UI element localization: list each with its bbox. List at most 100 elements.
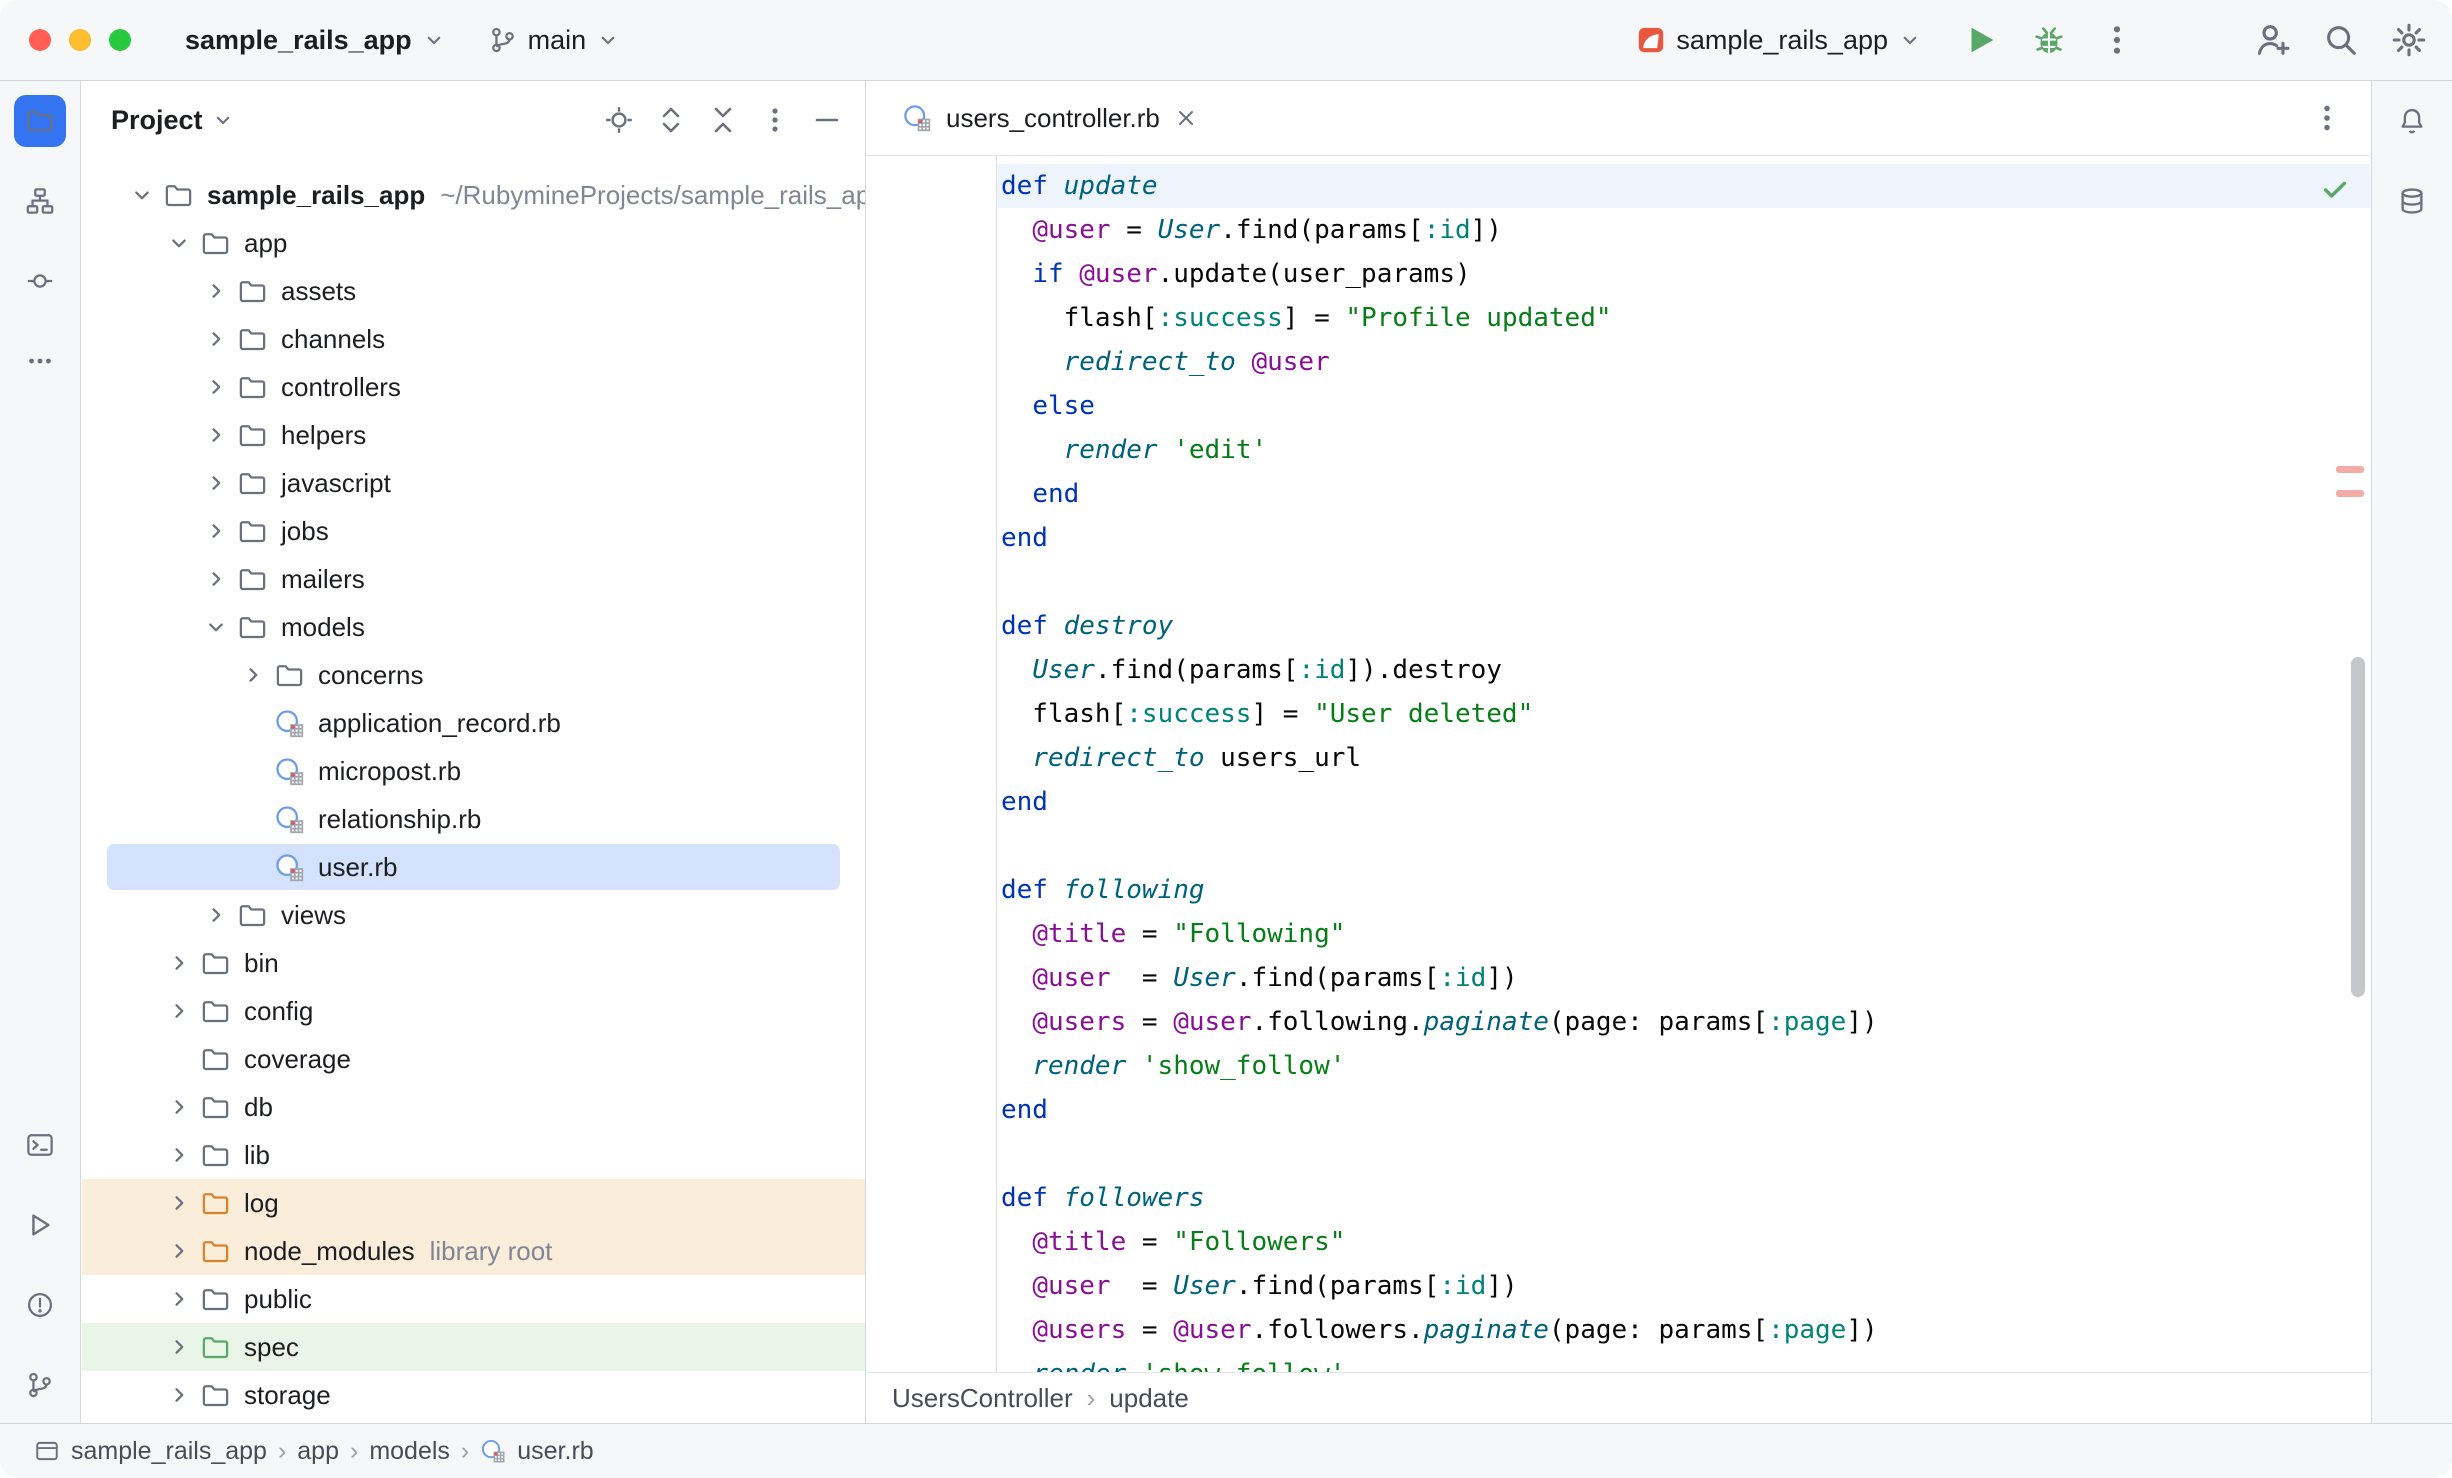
inspections-ok-icon[interactable] [2320, 174, 2350, 204]
status-path-app[interactable]: app [297, 1437, 339, 1466]
collapse-all-icon[interactable] [707, 104, 739, 136]
tree-item-controllers[interactable]: controllers [82, 363, 865, 411]
code-line[interactable]: end [866, 780, 2370, 824]
tree-item-bin[interactable]: bin [82, 939, 865, 987]
tool-commit-button[interactable] [14, 255, 66, 307]
editor-options-icon[interactable] [2310, 101, 2344, 135]
tree-item-log[interactable]: log [82, 1179, 865, 1227]
tool-notifications-button[interactable] [2386, 95, 2438, 147]
code-line[interactable]: @users = @user.followers.paginate(page: … [866, 1308, 2370, 1352]
tree-item-models[interactable]: models [82, 603, 865, 651]
error-stripe-mark[interactable] [2336, 490, 2364, 497]
run-button[interactable] [1962, 21, 2000, 59]
status-path-models[interactable]: models [369, 1437, 450, 1466]
chevron-right-icon[interactable] [160, 1382, 197, 1409]
tool-more-button[interactable] [14, 335, 66, 387]
tree-item-coverage[interactable]: coverage [82, 1035, 865, 1083]
error-stripe-mark[interactable] [2336, 466, 2364, 473]
code-line[interactable] [866, 824, 2370, 868]
chevron-right-icon[interactable] [160, 998, 197, 1025]
chevron-right-icon[interactable] [234, 662, 271, 689]
code-line[interactable]: else [866, 384, 2370, 428]
chevron-right-icon[interactable] [197, 902, 234, 929]
tree-item-db[interactable]: db [82, 1083, 865, 1131]
code-line[interactable]: User.find(params[:id]).destroy [866, 648, 2370, 692]
code-line[interactable]: redirect_to users_url [866, 736, 2370, 780]
code-line[interactable]: @user = User.find(params[:id]) [866, 956, 2370, 1000]
chevron-right-icon[interactable] [197, 278, 234, 305]
code-with-me-button[interactable] [2254, 21, 2292, 59]
chevron-right-icon[interactable] [160, 1334, 197, 1361]
chevron-right-icon[interactable] [160, 1286, 197, 1313]
chevron-down-icon[interactable] [211, 108, 235, 132]
tool-structure-button[interactable] [14, 175, 66, 227]
code-line[interactable]: end [866, 472, 2370, 516]
close-tab-icon[interactable] [1174, 106, 1198, 130]
tool-terminal-button[interactable] [14, 1119, 66, 1171]
project-selector[interactable]: sample_rails_app [175, 17, 456, 64]
settings-button[interactable] [2390, 21, 2428, 59]
tree-item-helpers[interactable]: helpers [82, 411, 865, 459]
editor-tab-users-controller[interactable]: users_controller.rb [882, 81, 1218, 155]
tree-item-storage[interactable]: storage [82, 1371, 865, 1419]
code-line[interactable]: render 'show_follow' [866, 1044, 2370, 1088]
tree-item-channels[interactable]: channels [82, 315, 865, 363]
code-line[interactable]: @users = @user.following.paginate(page: … [866, 1000, 2370, 1044]
chevron-right-icon[interactable] [160, 1238, 197, 1265]
code-line[interactable]: @user = User.find(params[:id]) [866, 208, 2370, 252]
tree-item-lib[interactable]: lib [82, 1131, 865, 1179]
more-actions-button[interactable] [2098, 21, 2136, 59]
code-line[interactable]: def destroy [866, 604, 2370, 648]
code-line[interactable]: end [866, 516, 2370, 560]
chevron-down-icon[interactable] [123, 182, 160, 209]
tree-item-micropost.rb[interactable]: micropost.rb [82, 747, 865, 795]
code-line[interactable]: @title = "Followers" [866, 1220, 2370, 1264]
tree-item-public[interactable]: public [82, 1275, 865, 1323]
tool-version-control-button[interactable] [14, 1359, 66, 1411]
code-line[interactable]: redirect_to @user [866, 340, 2370, 384]
tree-item-node_modules[interactable]: node_moduleslibrary root [82, 1227, 865, 1275]
chevron-right-icon[interactable] [197, 566, 234, 593]
tool-problems-button[interactable] [14, 1279, 66, 1331]
select-opened-file-icon[interactable] [603, 104, 635, 136]
editor-scrollbar[interactable] [2351, 657, 2365, 997]
chevron-right-icon[interactable] [197, 470, 234, 497]
chevron-right-icon[interactable] [160, 1142, 197, 1169]
code-line[interactable]: if @user.update(user_params) [866, 252, 2370, 296]
tool-run-button[interactable] [14, 1199, 66, 1251]
code-line[interactable] [866, 1132, 2370, 1176]
chevron-right-icon[interactable] [160, 1190, 197, 1217]
code-line[interactable]: flash[:success] = "Profile updated" [866, 296, 2370, 340]
status-path-project[interactable]: sample_rails_app [71, 1437, 267, 1466]
code-editor[interactable]: def update @user = User.find(params[:id]… [866, 156, 2370, 1372]
tree-item-application_record.rb[interactable]: application_record.rb [82, 699, 865, 747]
tree-item-views[interactable]: views [82, 891, 865, 939]
tool-database-button[interactable] [2386, 175, 2438, 227]
chevron-right-icon[interactable] [197, 374, 234, 401]
close-window-button[interactable] [29, 29, 51, 51]
chevron-right-icon[interactable] [160, 1094, 197, 1121]
tree-item-relationship.rb[interactable]: relationship.rb [82, 795, 865, 843]
project-panel-title[interactable]: Project [111, 105, 203, 136]
chevron-right-icon[interactable] [160, 950, 197, 977]
chevron-down-icon[interactable] [160, 230, 197, 257]
minimize-window-button[interactable] [69, 29, 91, 51]
tree-item-jobs[interactable]: jobs [82, 507, 865, 555]
code-line[interactable]: def update [866, 164, 2370, 208]
panel-options-icon[interactable] [759, 104, 791, 136]
tree-item-user.rb[interactable]: user.rb [82, 843, 865, 891]
branch-selector[interactable]: main [478, 17, 631, 64]
code-line[interactable]: @user = User.find(params[:id]) [866, 1264, 2370, 1308]
hide-panel-icon[interactable] [811, 104, 843, 136]
tree-item-spec[interactable]: spec [82, 1323, 865, 1371]
code-line[interactable]: @title = "Following" [866, 912, 2370, 956]
code-line[interactable]: end [866, 1088, 2370, 1132]
tool-project-button[interactable] [14, 95, 66, 147]
breadcrumb-method[interactable]: update [1109, 1383, 1189, 1414]
tree-item-sample_rails_app[interactable]: sample_rails_app~/RubymineProjects/sampl… [82, 171, 865, 219]
tree-item-mailers[interactable]: mailers [82, 555, 865, 603]
code-line[interactable]: render 'show_follow' [866, 1352, 2370, 1372]
breadcrumb-class[interactable]: UsersController [892, 1383, 1073, 1414]
tree-item-concerns[interactable]: concerns [82, 651, 865, 699]
run-config-selector[interactable]: sample_rails_app [1626, 17, 1932, 64]
